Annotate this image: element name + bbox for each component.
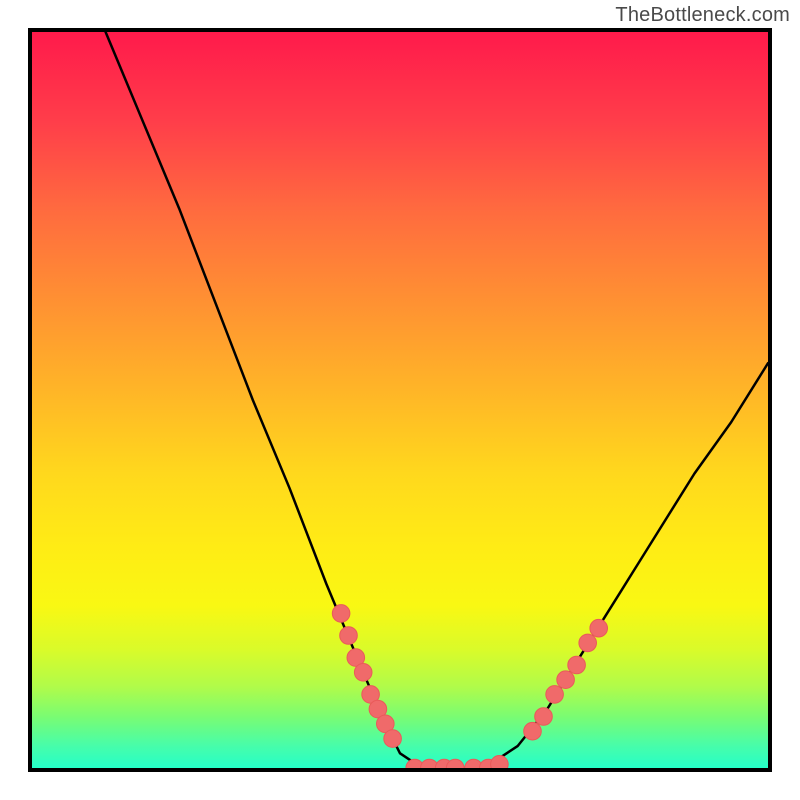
highlight-dot <box>568 656 586 674</box>
highlight-dot <box>590 619 608 637</box>
attribution-text: TheBottleneck.com <box>615 4 790 27</box>
chart-frame <box>28 28 772 772</box>
bottleneck-curve <box>106 32 768 768</box>
chart-svg <box>32 32 768 768</box>
highlight-dot <box>524 722 542 740</box>
highlight-dot <box>557 671 575 689</box>
highlight-dot <box>354 664 372 682</box>
highlight-dots <box>332 605 607 768</box>
highlight-dot <box>491 756 509 769</box>
highlight-dot <box>332 605 350 623</box>
highlight-dot <box>384 730 402 748</box>
highlight-dot <box>579 634 597 652</box>
highlight-dot <box>546 686 564 704</box>
highlight-dot <box>340 627 358 645</box>
highlight-dot <box>535 708 553 726</box>
